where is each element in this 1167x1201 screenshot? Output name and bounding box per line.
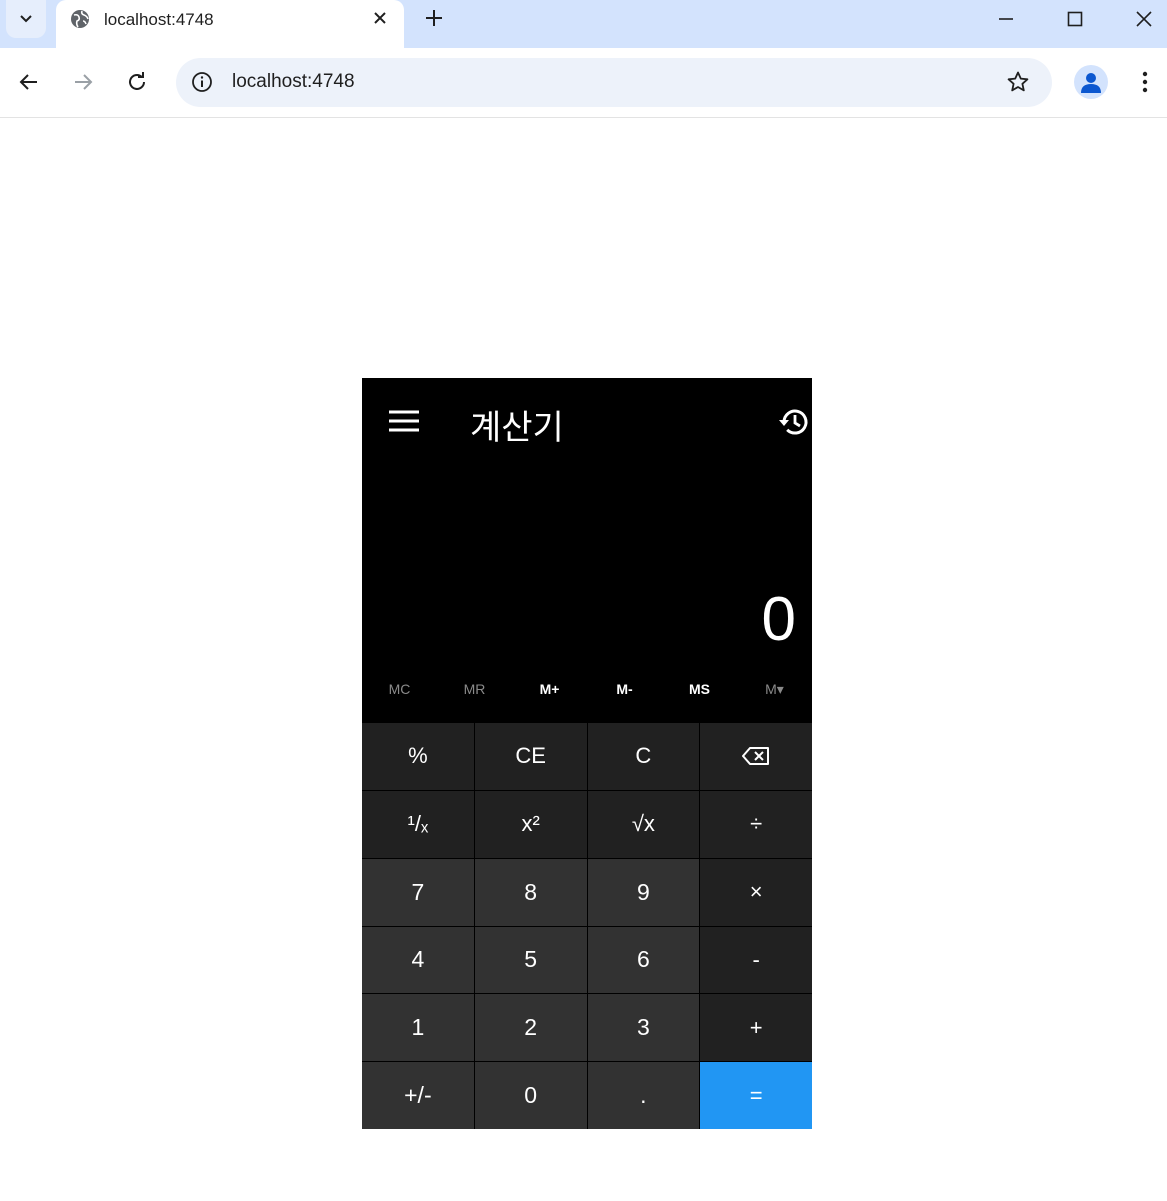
arrow-left-icon [19, 74, 37, 90]
new-tab-button[interactable] [420, 4, 448, 32]
reciprocal-button[interactable]: ¹/ₓ [362, 790, 474, 858]
menu-button[interactable] [384, 404, 424, 438]
close-icon [1136, 11, 1152, 27]
memory-list-button[interactable]: M▾ [737, 674, 812, 704]
browser-menu-button[interactable] [1132, 66, 1158, 98]
digit-8-button[interactable]: 8 [474, 858, 587, 926]
arrow-right-icon [75, 74, 93, 90]
url-text: localhost:4748 [232, 71, 355, 92]
profile-button[interactable] [1074, 65, 1108, 99]
address-bar[interactable]: localhost:4748 [176, 58, 1052, 107]
clear-entry-button[interactable]: CE [474, 723, 587, 790]
digit-2-button[interactable]: 2 [474, 994, 587, 1062]
maximize-icon [1067, 11, 1083, 27]
subtract-button[interactable]: - [700, 926, 812, 994]
negate-button[interactable]: +/- [362, 1062, 474, 1129]
chevron-down-icon [20, 15, 32, 23]
browser-toolbar: localhost:4748 [0, 48, 1167, 118]
memory-add-button[interactable]: M+ [512, 674, 587, 704]
window-close-button[interactable] [1129, 4, 1159, 34]
history-button[interactable] [774, 402, 812, 442]
square-button[interactable]: x² [474, 790, 587, 858]
digit-7-button[interactable]: 7 [362, 858, 474, 926]
browser-tab-strip: localhost:4748 [0, 0, 1167, 48]
site-info-button[interactable] [188, 68, 216, 96]
star-icon [1007, 71, 1029, 92]
globe-icon [71, 10, 89, 28]
reload-icon [129, 72, 145, 90]
hamburger-icon [389, 410, 419, 432]
memory-subtract-button[interactable]: M- [587, 674, 662, 704]
info-icon [192, 72, 212, 92]
forward-button[interactable] [67, 66, 99, 98]
calculator-title: 계산기 [470, 408, 564, 448]
digit-4-button[interactable]: 4 [362, 926, 474, 994]
reload-button[interactable] [121, 66, 153, 98]
keypad: % CE C ¹/ₓ x² √x ÷ 7 8 9 × 4 5 6 - 1 2 3… [362, 723, 812, 1129]
tab-title: localhost:4748 [104, 10, 214, 29]
digit-0-button[interactable]: 0 [474, 1062, 587, 1129]
back-button[interactable] [13, 66, 45, 98]
bookmark-button[interactable] [1004, 68, 1032, 96]
browser-tab[interactable]: localhost:4748 [56, 0, 404, 48]
more-vert-icon [1142, 71, 1148, 93]
tab-search-button[interactable] [6, 0, 46, 38]
digit-1-button[interactable]: 1 [362, 994, 474, 1062]
close-icon [374, 12, 386, 24]
percent-button[interactable]: % [362, 723, 474, 790]
backspace-icon [742, 747, 770, 766]
maximize-button[interactable] [1060, 4, 1090, 34]
memory-clear-button[interactable]: MC [362, 674, 437, 704]
calculator: 계산기 0 MC MR M+ M- MS M▾ % CE C ¹/ₓ x² √x [362, 378, 812, 1129]
memory-buttons: MC MR M+ M- MS M▾ [362, 674, 812, 704]
digit-5-button[interactable]: 5 [474, 926, 587, 994]
decimal-button[interactable]: . [587, 1062, 700, 1129]
backspace-button[interactable] [700, 723, 812, 790]
tab-close-button[interactable] [369, 6, 391, 30]
memory-recall-button[interactable]: MR [437, 674, 512, 704]
add-button[interactable]: + [700, 994, 812, 1062]
square-root-button[interactable]: √x [587, 790, 700, 858]
equals-button[interactable]: = [700, 1062, 812, 1129]
result-display: 0 [761, 585, 796, 654]
digit-3-button[interactable]: 3 [587, 994, 700, 1062]
calculator-header: 계산기 [362, 378, 812, 468]
memory-store-button[interactable]: MS [662, 674, 737, 704]
clear-button[interactable]: C [587, 723, 700, 790]
minimize-icon [999, 18, 1013, 20]
plus-icon [426, 10, 442, 26]
avatar-icon [1081, 73, 1101, 93]
multiply-button[interactable]: × [700, 858, 812, 926]
history-icon [779, 409, 808, 435]
digit-9-button[interactable]: 9 [587, 858, 700, 926]
digit-6-button[interactable]: 6 [587, 926, 700, 994]
minimize-button[interactable] [991, 4, 1021, 34]
divide-button[interactable]: ÷ [700, 790, 812, 858]
